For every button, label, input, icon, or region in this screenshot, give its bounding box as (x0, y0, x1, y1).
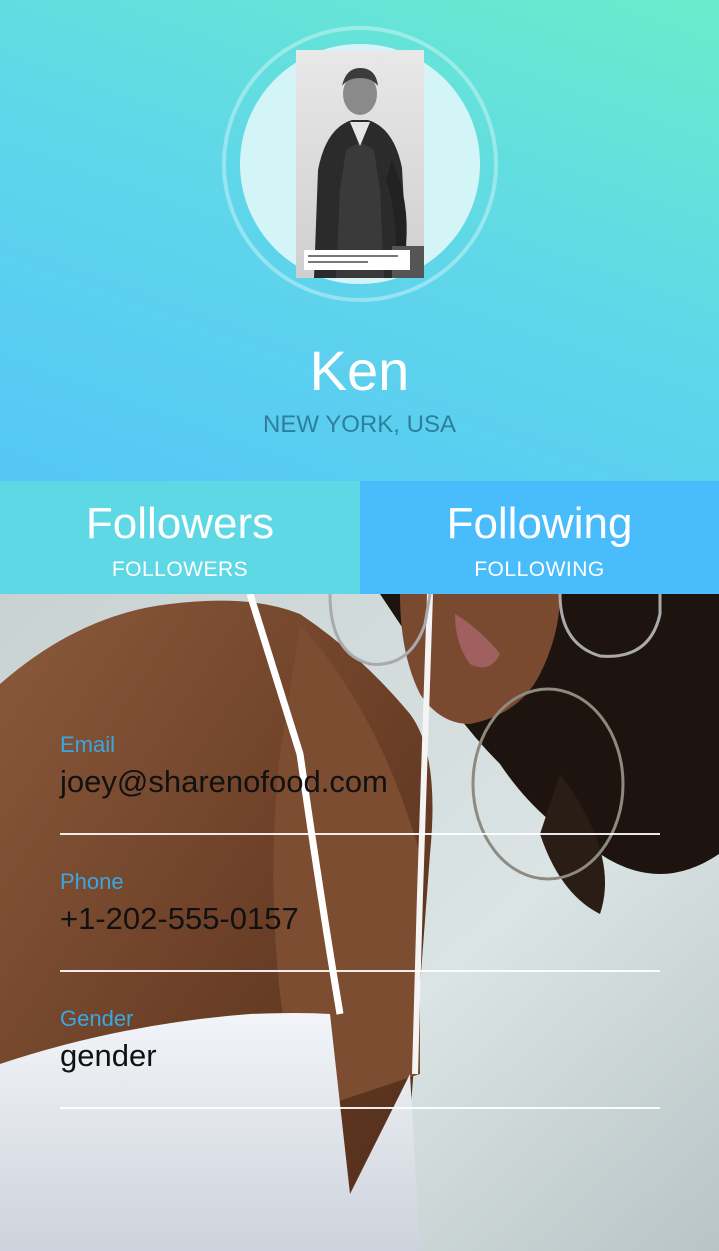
phone-field[interactable]: Phone +1-202-555-0157 (60, 869, 660, 937)
avatar[interactable] (296, 50, 424, 278)
tab-followers-title: Followers (85, 499, 275, 548)
phone-label: Phone (60, 869, 124, 894)
tab-following-subtitle: FOLLOWING (474, 558, 605, 581)
tab-followers-subtitle: FOLLOWERS (111, 558, 249, 581)
email-field[interactable]: Email joey@sharenofood.com (60, 732, 660, 800)
portrait-image (296, 50, 424, 278)
tab-followers[interactable]: Followers FOLLOWERS (0, 481, 360, 594)
gender-label: Gender (60, 1006, 134, 1031)
phone-value[interactable]: +1-202-555-0157 (60, 901, 660, 937)
tab-following[interactable]: Following FOLLOWING (360, 481, 719, 594)
email-underline (60, 833, 660, 835)
profile-name: Ken (309, 339, 410, 402)
phone-underline (60, 970, 660, 972)
email-label: Email (60, 732, 116, 757)
tab-following-title: Following (446, 499, 633, 548)
profile-location: NEW YORK, USA (263, 411, 456, 438)
gender-value[interactable]: gender (60, 1038, 660, 1074)
profile-header: Ken NEW YORK, USA (0, 0, 719, 481)
gender-field[interactable]: Gender gender (60, 1006, 660, 1074)
email-value[interactable]: joey@sharenofood.com (60, 764, 660, 800)
gender-underline (60, 1107, 660, 1109)
